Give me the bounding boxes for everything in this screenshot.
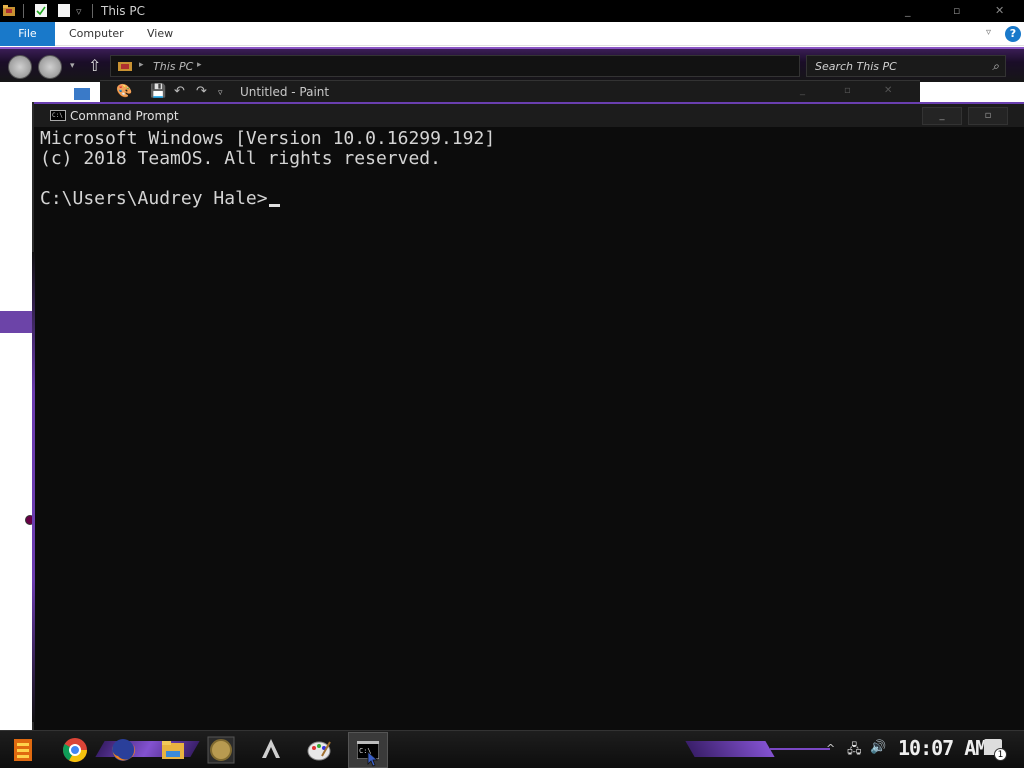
paint-window-title: Untitled - Paint [240,85,330,99]
console-output[interactable]: Microsoft Windows [Version 10.0.16299.19… [40,129,1020,719]
chevron-right-icon[interactable]: ▸ [197,60,202,70]
help-button[interactable]: ? [1005,26,1021,42]
forward-button[interactable] [38,55,62,79]
console-line: ​ [40,169,1020,189]
tab-computer[interactable]: Computer [69,22,124,46]
maximize-button[interactable]: ▫ [844,85,851,96]
recent-locations-icon[interactable]: ▾ [70,61,75,71]
properties-icon[interactable] [34,3,48,18]
text-cursor [268,204,280,207]
address-text: This PC [153,60,194,73]
ribbon-collapse-icon[interactable]: ▿ [986,27,991,38]
coin-app-icon[interactable] [204,734,238,766]
console-line: (c) 2018 TeamOS. All rights reserved. [40,148,441,169]
undo-icon[interactable]: ↶ [174,84,185,99]
window-title: This PC [101,4,145,18]
firefox-icon[interactable] [106,734,140,766]
new-folder-icon[interactable] [57,3,71,18]
back-button[interactable] [8,55,32,79]
redo-icon[interactable]: ↷ [196,84,207,99]
explorer-titlebar: ▿ This PC _ ▫ ✕ [0,0,1024,22]
maximize-button[interactable]: ▫ [953,4,960,17]
cmd-window-icon[interactable]: C:\ [50,110,66,121]
save-icon[interactable]: 💾 [150,84,166,99]
mouse-pointer-icon [367,751,379,767]
minimize-button[interactable]: _ [922,107,962,125]
volume-icon[interactable]: 🔊 [870,740,886,755]
search-input[interactable]: Search This PC ⌕ [806,55,1006,77]
network-icon[interactable]: 🖧 [847,740,862,762]
taskbar-accent-line [770,748,830,750]
prompt-text: C:\Users\Audrey Hale> [40,188,268,209]
up-arrow-icon[interactable]: ⇧ [88,56,101,75]
prompt-line[interactable]: C:\Users\Audrey Hale> [40,189,1020,209]
close-button[interactable]: ✕ [884,85,892,96]
this-pc-icon [118,62,132,71]
tab-view[interactable]: View [147,22,173,46]
command-prompt-window[interactable]: C:\ Command Prompt _ ▫ Microsoft Windows… [32,102,1024,730]
paint-icon[interactable] [302,734,336,766]
maximize-button[interactable]: ▫ [968,107,1008,125]
start-icon[interactable] [8,735,38,765]
paint-palette-icon: 🎨 [116,84,133,99]
show-hidden-icons-icon[interactable]: ^ [826,742,835,755]
minimize-button[interactable]: _ [800,85,805,96]
active-taskbar-item[interactable]: C:\ [348,732,388,768]
divider [23,4,24,18]
ribbon: File Computer View ▿ ? [0,22,1024,46]
navigation-bar: ▾ ⇧ ▸ This PC ▸ Search This PC ⌕ [0,47,1024,82]
console-line: Microsoft Windows [Version 10.0.16299.19… [40,128,496,149]
chevron-right-icon[interactable]: ▸ [139,60,144,70]
mail-icon [74,88,90,100]
navigation-pane [0,83,35,730]
inkscape-icon[interactable] [254,734,288,766]
tab-file[interactable]: File [0,22,55,46]
close-button[interactable]: ✕ [995,4,1004,17]
address-bar[interactable]: ▸ This PC ▸ [110,55,800,77]
search-icon[interactable]: ⌕ [992,59,999,74]
taskbar: C:\ ^ 🖧 🔊 10:07 AM 1 [0,730,1024,768]
search-placeholder: Search This PC [815,60,897,73]
cmd-window-title: Command Prompt [70,109,179,123]
qa-dropdown-icon[interactable]: ▿ [218,88,223,98]
selected-nav-item[interactable] [0,311,33,333]
taskbar-accent [685,741,775,757]
qa-dropdown-icon[interactable]: ▿ [76,5,82,18]
clock[interactable]: 10:07 AM [898,736,987,760]
minimize-button[interactable]: _ [905,4,911,17]
cmd-titlebar[interactable]: C:\ Command Prompt _ ▫ [34,102,1024,127]
chrome-icon[interactable] [58,734,92,766]
folder-icon [3,5,15,16]
window-accent [32,252,35,722]
file-explorer-icon[interactable] [156,734,190,766]
notification-count-badge: 1 [994,748,1007,761]
divider [92,4,93,18]
